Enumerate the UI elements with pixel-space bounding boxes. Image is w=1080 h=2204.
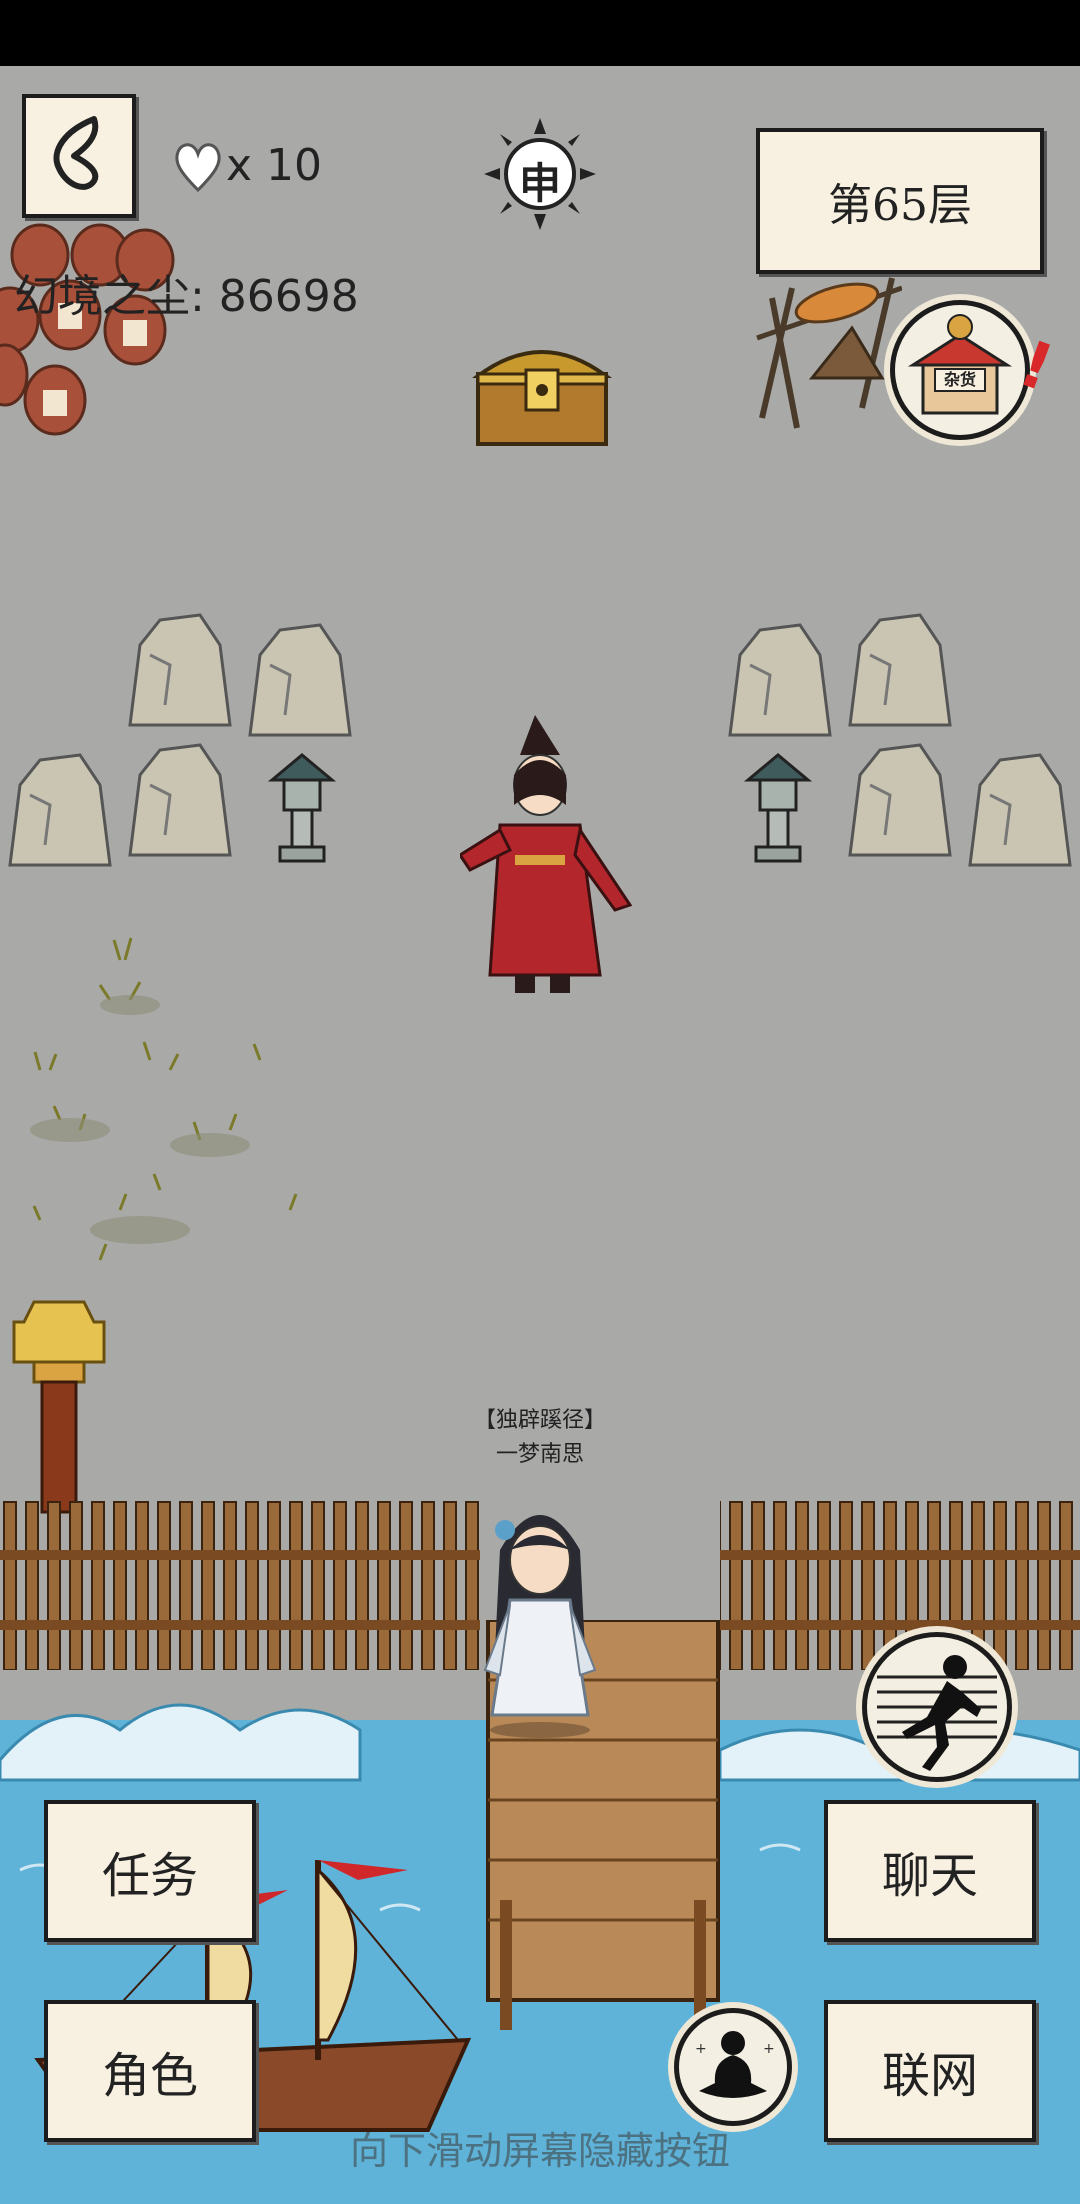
- quest-label: 任务: [101, 1848, 198, 1904]
- red-robed-npc[interactable]: [460, 715, 640, 1000]
- time-glyph: 申: [518, 159, 561, 208]
- currency-label: 幻境之尘: 86698: [14, 271, 359, 322]
- lives-count: x 10: [226, 140, 323, 191]
- svg-text:+: +: [763, 2041, 775, 2057]
- player-character[interactable]: [470, 1490, 610, 1740]
- treasure-chest[interactable]: [472, 334, 612, 450]
- meditation-icon: + +: [695, 2031, 775, 2098]
- shop-button[interactable]: 杂货: [890, 300, 1030, 440]
- campfire-decoration: [756, 277, 902, 429]
- chat-button[interactable]: 聊天: [824, 1800, 1036, 1942]
- back-arrow-icon: [53, 116, 99, 190]
- network-label: 联网: [881, 2048, 978, 2104]
- shop-sign: 杂货: [943, 370, 976, 389]
- player-name: 一梦南思: [495, 1442, 584, 1467]
- wine-jars-decoration: [0, 223, 175, 436]
- player-title: 【独辟蹊径】: [473, 1408, 606, 1433]
- chat-label: 聊天: [881, 1848, 978, 1904]
- swipe-hint: 向下滑动屏幕隐藏按钮: [349, 2129, 730, 2173]
- heart-icon: [172, 138, 224, 194]
- running-man-icon: [877, 1655, 997, 1771]
- quest-button[interactable]: 任务: [44, 1800, 256, 1942]
- floor-indicator: 第65层: [756, 128, 1044, 274]
- floor-label: 第65层: [828, 180, 972, 231]
- status-bar: [0, 0, 1080, 66]
- svg-text:+: +: [695, 2041, 707, 2057]
- grass-patch: [30, 937, 298, 1261]
- meditate-button[interactable]: + +: [674, 2008, 792, 2126]
- character-label: 角色: [101, 2048, 198, 2104]
- sprint-button[interactable]: [862, 1632, 1012, 1782]
- back-button[interactable]: [22, 94, 136, 218]
